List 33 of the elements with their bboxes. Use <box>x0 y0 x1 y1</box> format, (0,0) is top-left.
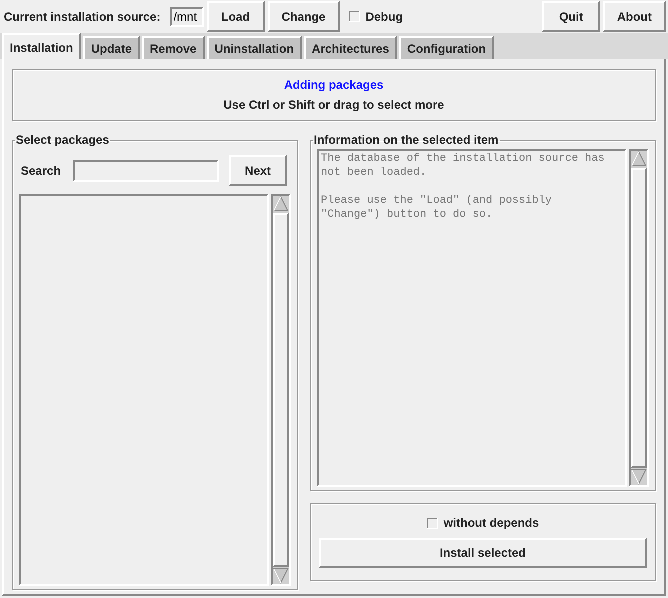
tab[interactable]: Remove <box>142 36 205 59</box>
scroll-thumb[interactable] <box>273 213 289 567</box>
header-title: Adding packages <box>284 78 384 92</box>
scroll-thumb[interactable] <box>631 168 647 468</box>
next-button[interactable]: Next <box>229 155 288 186</box>
source-field[interactable]: /mnt <box>170 6 204 26</box>
scroll-down-icon[interactable] <box>631 469 647 485</box>
source-label: Current installation source: <box>4 10 161 24</box>
debug-label: Debug <box>366 10 404 24</box>
frame-legend: Information on the selected item <box>313 133 500 147</box>
scroll-down-icon[interactable] <box>273 568 289 584</box>
search-label: Search <box>21 164 62 178</box>
toolbar-button[interactable]: About <box>603 1 666 32</box>
without-depends-checkbox[interactable] <box>426 518 438 528</box>
toolbar-button[interactable]: Change <box>268 1 340 32</box>
toolbar-button[interactable]: Quit <box>542 1 600 32</box>
tab[interactable]: Installation <box>2 33 82 59</box>
tab[interactable]: Uninstallation <box>206 36 302 59</box>
scroll-up-icon[interactable] <box>273 196 289 212</box>
scroll-up-icon[interactable] <box>631 151 647 167</box>
toolbar-button[interactable]: Load <box>206 1 265 32</box>
install-button[interactable]: Install selected <box>319 538 647 568</box>
header-hint: Use Ctrl or Shift or drag to select more <box>224 98 444 112</box>
info-text: The database of the installation source has not been loaded. Please use the "Load" (and possibly "Change") button to do so. <box>317 149 627 487</box>
without-depends-label: without depends <box>444 516 540 530</box>
frame-legend: Select packages <box>15 133 110 147</box>
debug-checkbox[interactable] <box>348 11 360 22</box>
tab[interactable]: Update <box>83 36 140 59</box>
scrollbar[interactable] <box>629 149 649 487</box>
tab[interactable]: Configuration <box>399 36 494 59</box>
search-field[interactable] <box>73 160 220 182</box>
tab[interactable]: Architectures <box>304 36 398 59</box>
scrollbar[interactable] <box>271 194 291 586</box>
